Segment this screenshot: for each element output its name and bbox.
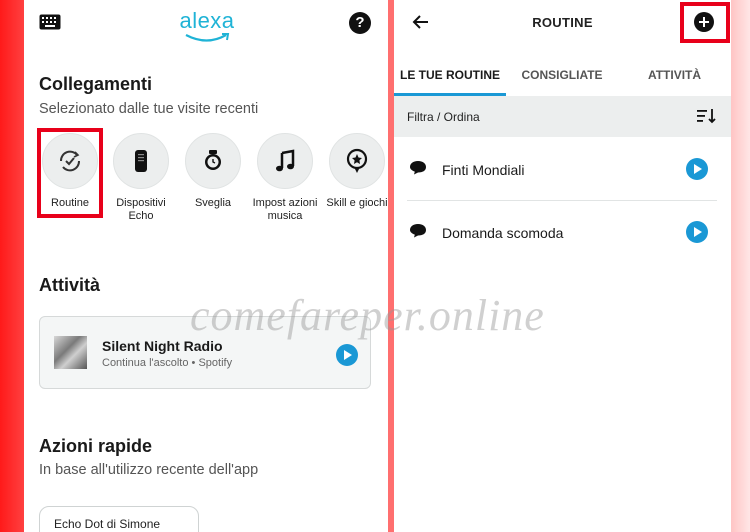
routine-name: Finti Mondiali	[442, 162, 525, 178]
shortcut-echo-devices[interactable]: Dispositivi Echo	[106, 133, 176, 223]
skills-shortcut-circle[interactable]	[329, 133, 385, 189]
echo-device-icon	[135, 150, 147, 172]
help-icon[interactable]: ?	[349, 12, 371, 34]
routine-item[interactable]: Domanda scomoda	[394, 201, 731, 263]
activity-track-title: Silent Night Radio	[102, 338, 223, 354]
filter-bar[interactable]: Filtra / Ordina	[394, 96, 731, 137]
shortcut-music-settings[interactable]: Impost azioni musica	[250, 133, 320, 223]
alarm-clock-icon	[205, 150, 221, 170]
filter-label: Filtra / Ordina	[407, 110, 480, 124]
play-icon[interactable]	[686, 158, 708, 180]
tab-your-routines[interactable]: LE TUE ROUTINE	[394, 68, 506, 82]
routine-screen: ROUTINE LE TUE ROUTINE CONSIGLIATE ATTIV…	[394, 0, 731, 532]
activity-title: Attività	[39, 275, 101, 295]
activity-track-subtitle: Continua l'ascolto • Spotify	[102, 357, 233, 369]
background-left	[0, 0, 24, 532]
sort-icon[interactable]	[697, 108, 717, 124]
speech-bubble-icon	[410, 161, 426, 175]
alexa-home-screen: alexa ? Collegamenti Selezionato dalle t…	[24, 0, 388, 532]
alexa-logo-text: alexa	[179, 8, 235, 33]
album-cover	[54, 336, 87, 369]
alarm-shortcut-circle[interactable]	[185, 133, 241, 189]
play-icon[interactable]	[336, 344, 358, 366]
skill-badge-icon	[346, 148, 368, 173]
tab-suggested[interactable]: CONSIGLIATE	[506, 68, 618, 82]
play-icon[interactable]	[686, 221, 708, 243]
speech-bubble-icon	[410, 224, 426, 238]
music-note-icon	[276, 149, 295, 172]
shortcut-label: Sveglia	[194, 197, 232, 209]
routine-name: Domanda scomoda	[442, 225, 564, 241]
activity-card[interactable]: Silent Night Radio Continua l'ascolto • …	[39, 316, 371, 389]
routine-highlight-box	[37, 128, 103, 218]
keyboard-icon[interactable]	[39, 14, 61, 30]
shortcuts-title: Collegamenti	[39, 74, 153, 94]
shortcut-alarm[interactable]: Sveglia	[178, 133, 248, 210]
shortcut-skills-games[interactable]: Skill e giochi	[322, 133, 388, 210]
music-shortcut-circle[interactable]	[257, 133, 313, 189]
background-right	[731, 0, 750, 532]
alexa-logo: alexa	[172, 8, 242, 44]
shortcut-label: Skill e giochi	[326, 197, 388, 209]
quick-action-chip[interactable]: Echo Dot di Simone	[39, 506, 199, 532]
echo-shortcut-circle[interactable]	[113, 133, 169, 189]
quick-actions-subtitle: In base all'utilizzo recente dell'app	[39, 462, 259, 478]
alexa-smile-icon	[185, 33, 230, 42]
shortcut-label: Dispositivi Echo	[116, 197, 166, 222]
add-highlight-box	[680, 2, 730, 43]
tab-activity[interactable]: ATTIVITÀ	[618, 68, 731, 82]
shortcut-label: Impost azioni musica	[252, 197, 318, 222]
routine-item[interactable]: Finti Mondiali	[394, 138, 731, 200]
quick-actions-title: Azioni rapide	[39, 436, 153, 456]
shortcuts-subtitle: Selezionato dalle tue visite recenti	[39, 101, 259, 117]
